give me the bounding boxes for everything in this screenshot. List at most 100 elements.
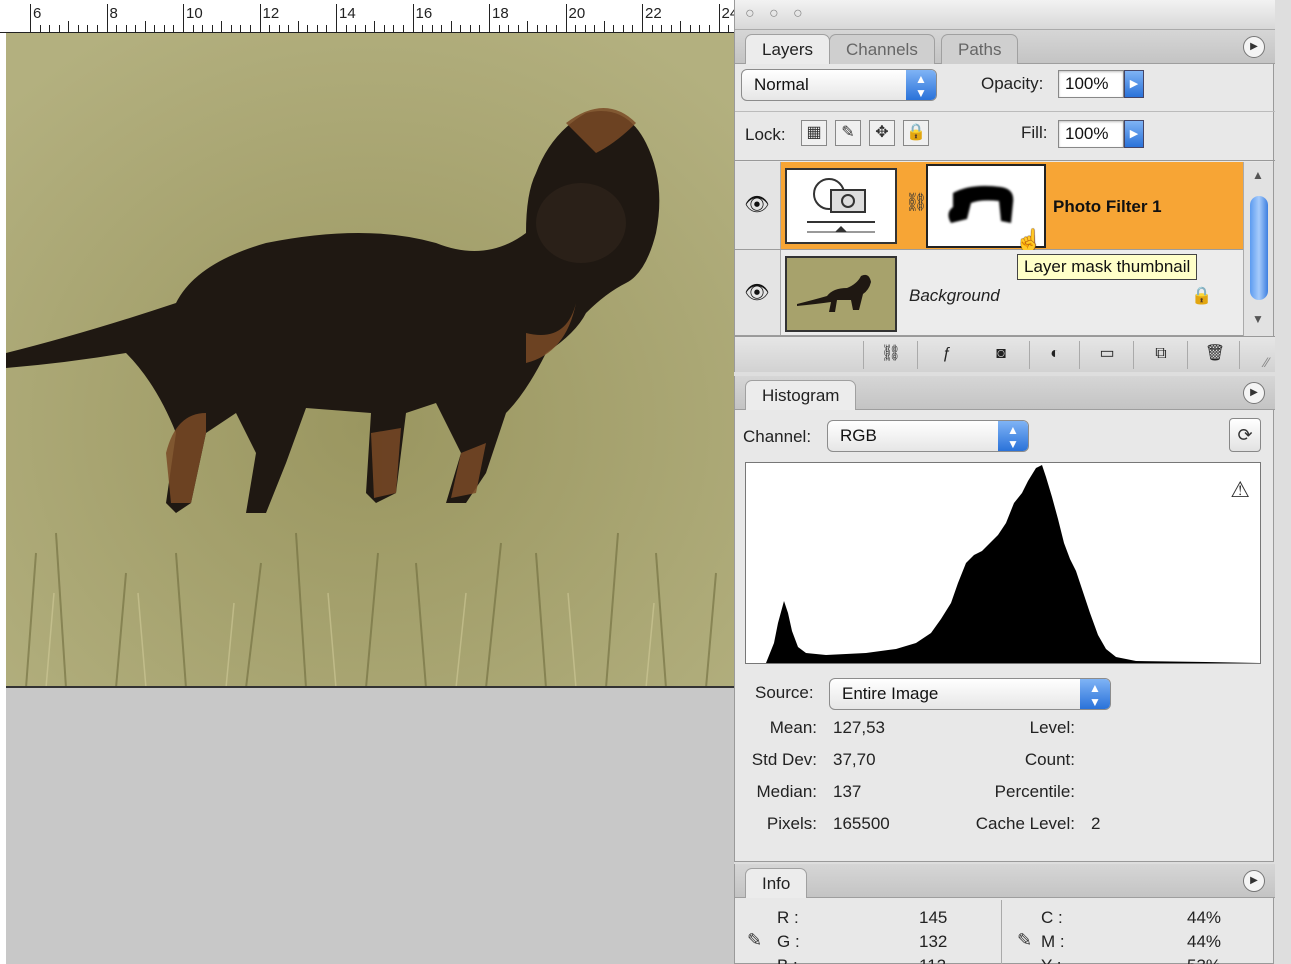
- info-r-value: 145: [919, 908, 948, 927]
- ruler-minor-tick: [661, 25, 663, 32]
- separator: [1187, 341, 1188, 369]
- adjustment-layer-icon[interactable]: ◐: [1041, 343, 1069, 367]
- info-g-value: 132: [919, 932, 948, 951]
- ruler-minor-tick: [450, 21, 452, 32]
- ruler-minor-tick: [58, 25, 60, 32]
- tab-channels[interactable]: Channels: [829, 34, 935, 64]
- scroll-down-icon[interactable]: ▼: [1252, 312, 1264, 326]
- ruler-minor-tick: [469, 25, 471, 32]
- ruler-label: 20: [568, 5, 586, 22]
- new-layer-icon[interactable]: ⧉: [1147, 343, 1175, 367]
- info-tab-row: Info ▶: [735, 864, 1275, 898]
- tooltip: Layer mask thumbnail: [1017, 254, 1198, 280]
- eye-icon[interactable]: 👁: [741, 192, 773, 218]
- puppy-photo: [6, 33, 734, 686]
- ruler-major-tick: [259, 4, 261, 32]
- zoom-icon[interactable]: ○: [793, 5, 803, 23]
- ruler-minor-tick: [39, 25, 41, 32]
- layers-scrollbar[interactable]: ▲ ▼: [1243, 162, 1273, 336]
- divider: [735, 160, 1275, 161]
- source-select[interactable]: Entire Image ▲ ▼: [829, 678, 1111, 710]
- lock-label: Lock:: [745, 125, 786, 144]
- refresh-icon[interactable]: ⟳: [1229, 418, 1261, 452]
- ruler-minor-tick: [441, 25, 443, 32]
- adjustment-layer-thumbnail[interactable]: [785, 168, 897, 244]
- link-layers-icon[interactable]: ⛓: [877, 343, 905, 367]
- ruler-minor-tick: [422, 25, 424, 32]
- warning-icon[interactable]: ⚠: [1230, 477, 1250, 503]
- ruler-minor-tick: [555, 25, 557, 32]
- link-chain-icon[interactable]: ⛓: [905, 192, 928, 213]
- fill-slider-button[interactable]: ▶: [1124, 120, 1144, 148]
- histogram-chart: [766, 465, 1260, 663]
- channel-select[interactable]: RGB ▲ ▼: [827, 420, 1029, 452]
- palette-titlebar[interactable]: ○ ○ ○: [735, 0, 1275, 30]
- lock-transparent-icon[interactable]: ▦: [801, 120, 827, 146]
- tab-paths[interactable]: Paths: [941, 34, 1019, 64]
- ruler-minor-tick: [68, 21, 70, 32]
- document-canvas-area[interactable]: [0, 33, 734, 964]
- layer-row-photo-filter[interactable]: 👁 ⛓ Photo Filter 1 ☝: [735, 162, 1243, 253]
- ruler-major-tick: [565, 4, 567, 32]
- document-image[interactable]: [6, 33, 734, 688]
- info-c-label: C :: [1041, 908, 1063, 927]
- scroll-thumb[interactable]: [1250, 196, 1268, 300]
- std-dev-value: 37,70: [833, 750, 876, 769]
- close-icon[interactable]: ○: [745, 5, 755, 23]
- layers-panel: ○ ○ ○ Layers Channels Paths ▶ Normal ▲ ▼ …: [734, 0, 1275, 372]
- blend-mode-select[interactable]: Normal ▲ ▼: [741, 69, 937, 101]
- layer-style-icon[interactable]: ƒ: [933, 343, 961, 367]
- ruler-minor-tick: [240, 25, 242, 32]
- histogram-graph[interactable]: ⚠: [745, 462, 1261, 664]
- minimize-icon[interactable]: ○: [769, 5, 779, 23]
- scroll-up-icon[interactable]: ▲: [1252, 168, 1264, 182]
- ruler-minor-tick: [269, 25, 271, 32]
- lock-all-icon[interactable]: 🔒: [903, 120, 929, 146]
- ruler-major-tick: [718, 4, 720, 32]
- opacity-slider-button[interactable]: ▶: [1124, 70, 1144, 98]
- ruler-minor-tick: [670, 25, 672, 32]
- tab-info[interactable]: Info: [745, 868, 808, 898]
- add-mask-icon[interactable]: ◙: [987, 343, 1015, 367]
- ruler-minor-tick: [221, 21, 223, 32]
- ruler-label: 6: [33, 5, 42, 22]
- lock-image-icon[interactable]: ✎: [835, 120, 861, 146]
- horizontal-ruler: 6 8 10 12 14 16 18 20 22 24: [0, 0, 734, 33]
- ruler-minor-tick: [278, 25, 280, 32]
- blend-mode-value: Normal: [754, 75, 809, 94]
- tab-layers[interactable]: Layers: [745, 34, 831, 64]
- lock-position-icon[interactable]: ✥: [869, 120, 895, 146]
- ruler-minor-tick: [383, 25, 385, 32]
- info-y-label: Y :: [1041, 956, 1061, 964]
- pixels-value: 165500: [833, 814, 890, 833]
- eye-icon[interactable]: 👁: [741, 280, 773, 306]
- ruler-minor-tick: [651, 25, 653, 32]
- opacity-input[interactable]: 100%: [1058, 70, 1124, 98]
- ruler-minor-tick: [173, 25, 175, 32]
- panel-menu-icon[interactable]: ▶: [1243, 870, 1265, 892]
- panel-menu-icon[interactable]: ▶: [1243, 382, 1265, 404]
- info-m-value: 44%: [1187, 932, 1222, 951]
- new-group-icon[interactable]: ▭: [1093, 343, 1121, 367]
- source-label: Source:: [755, 683, 814, 702]
- info-y-value: 53%: [1187, 956, 1221, 964]
- ruler-minor-tick: [144, 21, 146, 32]
- separator: [917, 341, 918, 369]
- channel-label: Channel:: [743, 427, 812, 446]
- ruler-minor-tick: [345, 25, 347, 32]
- ruler-minor-tick: [192, 25, 194, 32]
- fill-input[interactable]: 100%: [1058, 120, 1124, 148]
- resize-grip-icon[interactable]: ⁄⁄: [1264, 354, 1269, 370]
- layer-name[interactable]: Background: [909, 286, 1000, 306]
- layer-name[interactable]: Photo Filter 1: [1053, 197, 1162, 217]
- panel-menu-icon[interactable]: ▶: [1243, 36, 1265, 58]
- trash-icon[interactable]: 🗑: [1201, 343, 1229, 367]
- tab-histogram[interactable]: Histogram: [745, 380, 857, 410]
- layer-thumbnail[interactable]: [785, 256, 897, 332]
- separator: [1133, 341, 1134, 369]
- std-dev-label: Std Dev:: [751, 750, 817, 769]
- separator: [1239, 341, 1240, 369]
- mean-value: 127,53: [833, 718, 885, 737]
- divider: [735, 111, 1275, 112]
- ruler-major-tick: [412, 4, 414, 32]
